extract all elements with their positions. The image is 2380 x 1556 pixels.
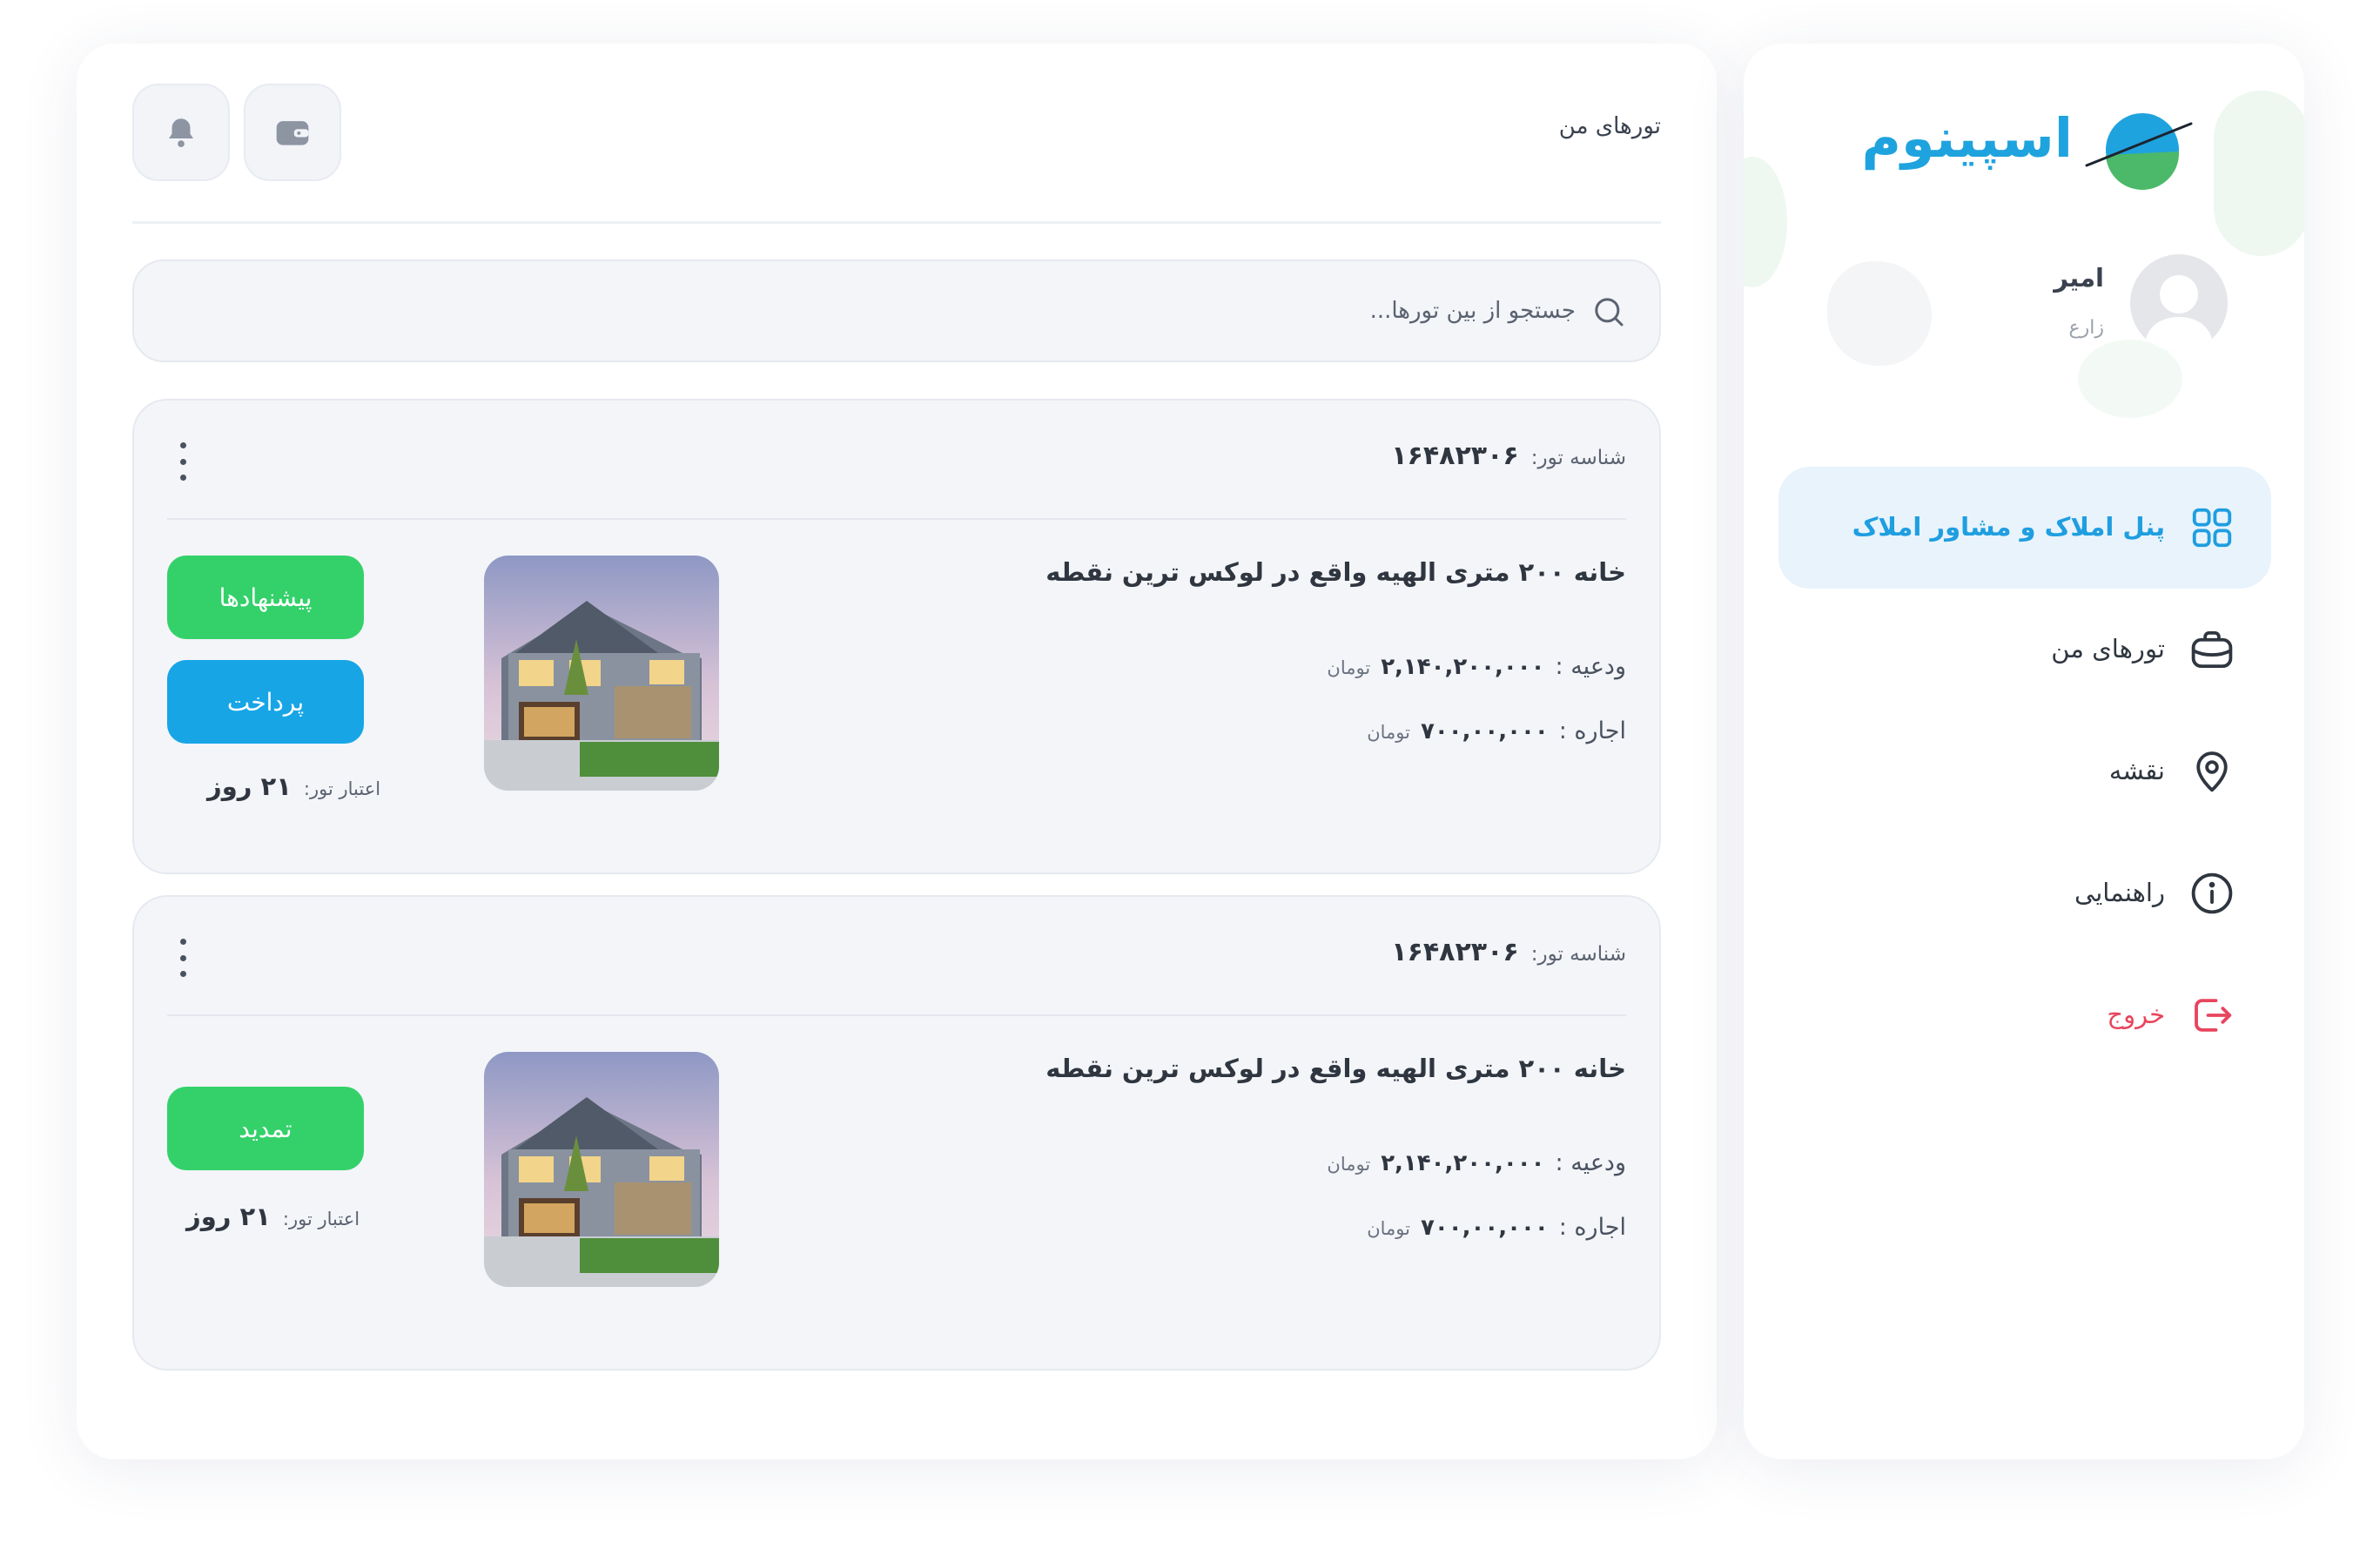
- rent-label: اجاره :: [1558, 1214, 1626, 1241]
- sidebar: اسپینوم امیر زارع پنل املاک و مشاور املا…: [1744, 44, 2304, 1459]
- deposit-label: ودعیه :: [1555, 1149, 1626, 1176]
- deposit-value: ۲,۱۴۰,۲۰۰,۰۰۰: [1381, 1150, 1545, 1176]
- nav-item-my-tours[interactable]: تورهای من: [1778, 589, 2271, 711]
- deposit-row: ودعیه : ۲,۱۴۰,۲۰۰,۰۰۰ تومان: [1327, 653, 1626, 680]
- rent-value: ۷۰۰,۰۰,۰۰۰: [1420, 1215, 1549, 1241]
- nav-label-help: راهنمایی: [2074, 878, 2165, 907]
- tour-card: شناسه تور: ۱۶۴۸۲۳۰۶ خانه ۲۰۰ متری الهیه …: [132, 895, 1661, 1371]
- bell-icon: [169, 118, 193, 147]
- deposit-unit: تومان: [1327, 657, 1371, 678]
- deposit-unit: تومان: [1327, 1154, 1371, 1175]
- rent-unit: تومان: [1367, 722, 1410, 743]
- tour-id-label: شناسه تور:: [1530, 447, 1626, 469]
- page-title: تورهای من: [1558, 113, 1661, 139]
- header-divider: [132, 221, 1661, 224]
- deposit-value: ۲,۱۴۰,۲۰۰,۰۰۰: [1381, 654, 1545, 680]
- validity-label: اعتبار تور:: [282, 1209, 360, 1229]
- rent-row: اجاره : ۷۰۰,۰۰,۰۰۰ تومان: [1367, 1214, 1626, 1241]
- more-dot-icon: [179, 458, 186, 465]
- tour-id-value: ۱۶۴۸۲۳۰۶: [1391, 937, 1519, 967]
- more-dot-icon: [179, 475, 186, 481]
- map-pin-icon: [2188, 747, 2236, 796]
- search-icon: [1595, 298, 1624, 327]
- rent-label: اجاره :: [1558, 717, 1626, 744]
- validity-value: ۲۱ روز: [186, 1202, 271, 1231]
- rent-value: ۷۰۰,۰۰,۰۰۰: [1420, 718, 1549, 744]
- tour-id: شناسه تور: ۱۶۴۸۲۳۰۶: [1391, 937, 1626, 967]
- tour-validity: اعتبار تور: ۲۱ روز: [186, 1202, 360, 1231]
- wallet-button[interactable]: [244, 84, 341, 181]
- rent-row: اجاره : ۷۰۰,۰۰,۰۰۰ تومان: [1367, 717, 1626, 744]
- more-dot-icon: [179, 442, 186, 448]
- nav-item-dashboard[interactable]: پنل املاک و مشاور املاک: [1778, 467, 2271, 589]
- decorative-blob: [2214, 91, 2304, 256]
- info-icon: [2188, 869, 2236, 918]
- validity-value: ۲۱ روز: [207, 771, 292, 801]
- grid-icon: [2188, 503, 2236, 552]
- wallet-icon: [276, 121, 309, 145]
- nav-item-logout[interactable]: خروج: [1778, 954, 2271, 1076]
- tour-id-label: شناسه تور:: [1530, 943, 1626, 966]
- avatar[interactable]: [2130, 254, 2228, 352]
- search-box[interactable]: [132, 259, 1661, 362]
- tour-title: خانه ۲۰۰ متری الهیه واقع در لوکس ترین نق…: [1045, 557, 1626, 587]
- decorative-blob: [2078, 340, 2182, 418]
- house-photo[interactable]: [484, 1052, 719, 1287]
- more-options-button[interactable]: [172, 939, 193, 977]
- more-dot-icon: [179, 971, 186, 977]
- main-panel: تورهای من شناسه تور: ۱۶۴۸۲۳۰۶ خانه ۲۰۰ م…: [77, 44, 1717, 1459]
- more-options-button[interactable]: [172, 442, 193, 481]
- rent-unit: تومان: [1367, 1218, 1410, 1239]
- nav-label-map: نقشه: [2108, 756, 2165, 785]
- tour-id: شناسه تور: ۱۶۴۸۲۳۰۶: [1391, 441, 1626, 471]
- logo-planet-icon: [2085, 113, 2193, 191]
- user-role: زارع: [2068, 317, 2105, 339]
- card-divider: [167, 1014, 1626, 1016]
- tour-validity: اعتبار تور: ۲۱ روز: [207, 771, 380, 801]
- nav-label-logout: خروج: [2107, 1000, 2165, 1029]
- notifications-button[interactable]: [132, 84, 230, 181]
- renew-button[interactable]: تمدید: [167, 1087, 364, 1170]
- more-dot-icon: [179, 954, 186, 961]
- logout-icon: [2188, 991, 2236, 1040]
- more-dot-icon: [179, 939, 186, 945]
- nav-label-my-tours: تورهای من: [2051, 634, 2165, 663]
- validity-label: اعتبار تور:: [303, 778, 381, 799]
- deposit-row: ودعیه : ۲,۱۴۰,۲۰۰,۰۰۰ تومان: [1327, 1149, 1626, 1176]
- deposit-label: ودعیه :: [1555, 653, 1626, 680]
- user-name: امیر: [2054, 263, 2104, 293]
- logo-text: اسپینوم: [1861, 106, 2073, 170]
- offers-button[interactable]: پیشنهادها: [167, 556, 364, 639]
- pay-button[interactable]: پرداخت: [167, 660, 364, 744]
- decorative-blob: [1744, 157, 1787, 287]
- decorative-blob: [1827, 261, 1932, 366]
- nav-label-dashboard: پنل املاک و مشاور املاک: [1852, 512, 2165, 542]
- search-input[interactable]: [792, 289, 1576, 333]
- nav-item-map[interactable]: نقشه: [1778, 711, 2271, 832]
- nav-item-help[interactable]: راهنمایی: [1778, 832, 2271, 954]
- tour-id-value: ۱۶۴۸۲۳۰۶: [1391, 441, 1519, 471]
- card-divider: [167, 518, 1626, 520]
- tour-title: خانه ۲۰۰ متری الهیه واقع در لوکس ترین نق…: [1045, 1054, 1626, 1083]
- briefcase-icon: [2188, 625, 2236, 674]
- house-photo[interactable]: [484, 556, 719, 791]
- tour-card: شناسه تور: ۱۶۴۸۲۳۰۶ خانه ۲۰۰ متری الهیه …: [132, 399, 1661, 874]
